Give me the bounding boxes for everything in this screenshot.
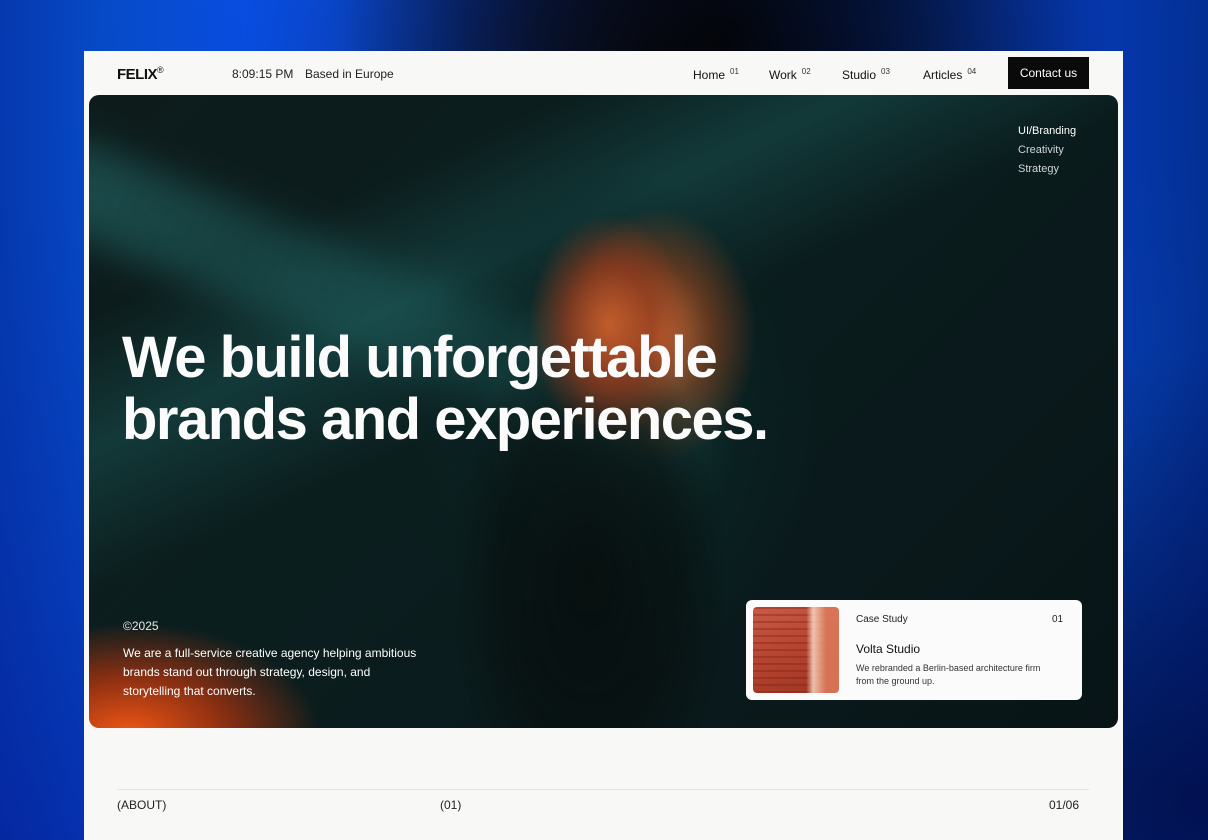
nav-home[interactable]: Home 01 (693, 67, 739, 82)
section-number: (01) (440, 798, 462, 812)
case-study-description: We rebranded a Berlin-based architecture… (856, 663, 1041, 686)
about-label: (ABOUT) (117, 798, 167, 812)
case-study-number: 01 (1052, 614, 1064, 625)
contact-button[interactable]: Contact us (1008, 57, 1089, 89)
case-study-title: Volta Studio (856, 642, 921, 656)
nav-articles[interactable]: Articles 04 (923, 67, 976, 82)
local-time: 8:09:15 PM (232, 67, 294, 81)
page-counter: 01/06 (1049, 798, 1080, 812)
tag-creativity[interactable]: Creativity (1018, 144, 1076, 156)
nav-home-label: Home (693, 68, 726, 82)
nav-articles-num: 04 (967, 67, 977, 76)
logo-text: FELIX (117, 66, 158, 83)
hero-portrait-image (459, 215, 719, 728)
browser-window: FELIX® 8:09:15 PM Based in Europe Home 01… (84, 51, 1123, 840)
logo-mark: ® (157, 65, 164, 75)
case-study-label: Case Study (856, 614, 908, 625)
nav-articles-label: Articles (923, 68, 963, 82)
hero-intro: ©2025 We are a full-service creative age… (123, 619, 423, 701)
headline-line-1: We build unforgettable (122, 325, 718, 390)
nav-studio-num: 03 (881, 67, 890, 76)
hero-description: We are a full-service creative agency he… (123, 646, 417, 698)
nav-work[interactable]: Work 02 (769, 67, 811, 82)
headline-line-2: brands and experiences. (122, 387, 769, 452)
hero-headline: We build unforgettable brands and experi… (122, 327, 842, 451)
tag-strategy[interactable]: Strategy (1018, 163, 1076, 175)
copyright-year: ©2025 (123, 619, 159, 633)
service-tags: UI/Branding Creativity Strategy (1018, 125, 1076, 182)
hero-section: UI/Branding Creativity Strategy We build… (89, 95, 1118, 728)
location-text: Based in Europe (305, 67, 394, 81)
case-study-card[interactable]: Case Study 01 Volta Studio We rebranded … (746, 600, 1082, 700)
nav-studio[interactable]: Studio 03 (842, 67, 890, 82)
nav-studio-label: Studio (842, 68, 877, 82)
logo[interactable]: FELIX® (117, 65, 164, 83)
section-divider (117, 789, 1089, 790)
case-study-thumbnail (753, 607, 839, 693)
tag-ui-branding[interactable]: UI/Branding (1018, 125, 1076, 137)
nav-work-label: Work (769, 68, 797, 82)
nav-home-num: 01 (730, 67, 739, 76)
top-navigation: FELIX® 8:09:15 PM Based in Europe Home 01… (84, 51, 1123, 95)
nav-work-num: 02 (801, 67, 811, 76)
